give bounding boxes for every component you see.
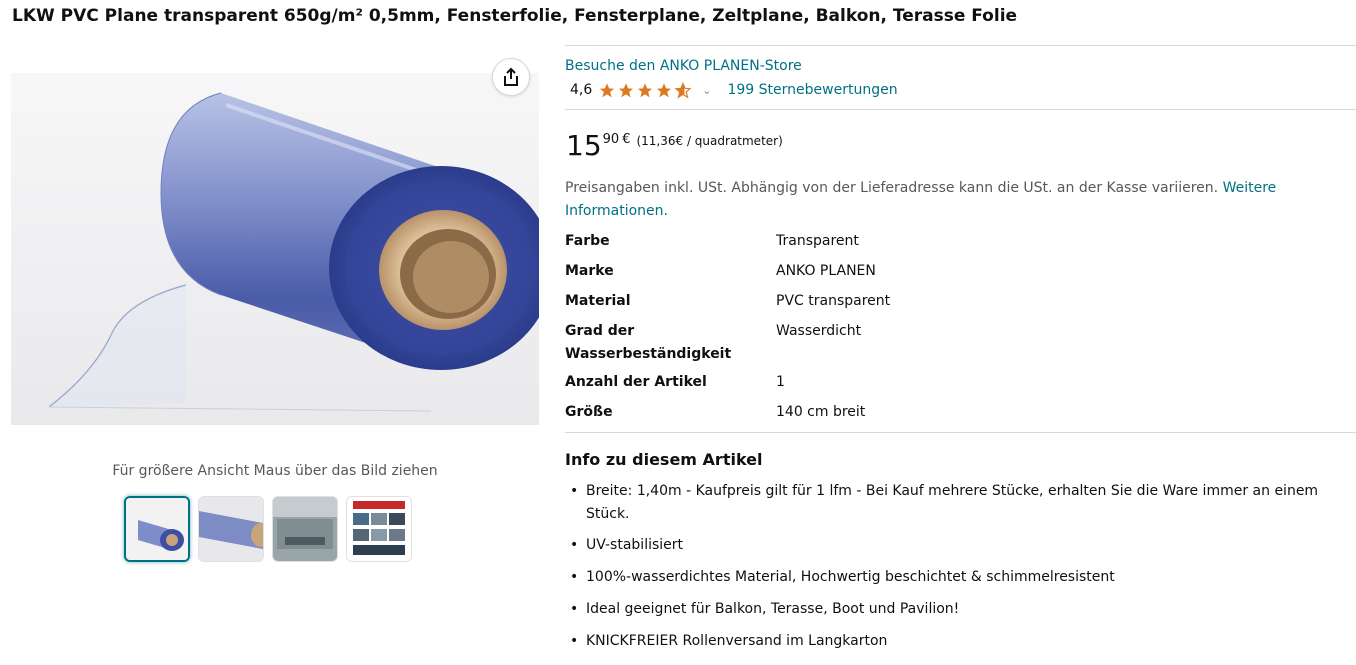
divider-specs (565, 432, 1356, 433)
spec-row: Größe 140 cm breit (565, 401, 1345, 424)
about-title: Info zu diesem Artikel (565, 450, 763, 469)
star-rating[interactable] (598, 81, 692, 99)
divider-top (565, 45, 1356, 46)
unit-price: (11,36€ / quadratmeter) (636, 134, 783, 148)
about-bullets: Breite: 1,40m - Kaufpreis gilt für 1 lfm… (566, 480, 1356, 653)
thumbnail-image (273, 497, 337, 561)
star-icon (619, 82, 634, 97)
spec-value: Wasserdicht (776, 323, 862, 339)
spec-key: Marke (565, 263, 614, 279)
chevron-down-icon[interactable]: ⌄ (702, 84, 711, 97)
star-icon (657, 82, 672, 97)
share-icon (504, 67, 518, 86)
main-product-image[interactable] (11, 73, 539, 425)
star-icon (600, 82, 615, 97)
rating-value: 4,6 (570, 82, 593, 98)
thumbnail-film-detail[interactable] (272, 496, 338, 562)
spec-row: Farbe Transparent (565, 230, 1345, 253)
ratings-count-link[interactable]: 199 Sternebewertungen (727, 82, 897, 98)
store-link[interactable]: Besuche den ANKO PLANEN-Store (565, 58, 802, 74)
star-icon (638, 82, 653, 97)
bullet-item: 100%-wasserdichtes Material, Hochwertig … (570, 566, 1356, 589)
bullet-item: KNICKFREIER Rollenversand im Langkarton (570, 630, 1356, 653)
spec-key: Farbe (565, 233, 610, 249)
spec-row: Anzahl der Artikel 1 (565, 371, 1345, 394)
spec-key: Anzahl der Artikel (565, 374, 707, 390)
spec-value: PVC transparent (776, 293, 891, 309)
rating-row: 4,6 ⌄ 199 Sternebewertungen (570, 80, 898, 100)
price-currency: € (622, 132, 631, 147)
thumbnail-roll-closeup[interactable] (198, 496, 264, 562)
thumbnail-image (347, 497, 411, 561)
spec-value: ANKO PLANEN (776, 263, 876, 279)
thumbnail-image (199, 497, 263, 561)
spec-value: 140 cm breit (776, 404, 866, 420)
pvc-roll-image (11, 73, 539, 425)
spec-key: Grad der Wasserbeständigkeit (565, 323, 732, 362)
spec-row: Material PVC transparent (565, 290, 1345, 313)
thumbnail-strip (124, 496, 412, 562)
tax-note-text: Preisangaben inkl. USt. Abhängig von der… (565, 180, 1219, 196)
spec-table: Farbe Transparent Marke ANKO PLANEN Mate… (565, 230, 1345, 424)
spec-key: Material (565, 293, 631, 309)
thumbnail-roll-blue[interactable] (124, 496, 190, 562)
spec-value: 1 (776, 374, 785, 390)
bullet-item: Breite: 1,40m - Kaufpreis gilt für 1 lfm… (570, 480, 1356, 526)
spec-value: Transparent (776, 233, 859, 249)
divider-rating (565, 109, 1356, 110)
bullet-item: Ideal geeignet für Balkon, Terasse, Boot… (570, 598, 1356, 621)
thumbnail-brand-flyer[interactable] (346, 496, 412, 562)
tax-note: Preisangaben inkl. USt. Abhängig von der… (565, 177, 1325, 223)
thumbnail-image (126, 498, 188, 560)
product-title: LKW PVC Plane transparent 650g/m² 0,5mm,… (12, 6, 1018, 26)
half-star-icon (674, 81, 692, 98)
spec-key: Größe (565, 404, 613, 420)
image-hover-hint: Für größere Ansicht Maus über das Bild z… (112, 463, 438, 479)
spec-row: Grad der Wasserbeständigkeit Wasserdicht (565, 320, 1345, 366)
price-whole: 15 (566, 129, 602, 162)
price-block: 15 90 € (11,36€ / quadratmeter) (566, 128, 783, 164)
price-fraction: 90 (602, 132, 620, 147)
bullet-item: UV-stabilisiert (570, 534, 1356, 557)
spec-row: Marke ANKO PLANEN (565, 260, 1345, 283)
share-button[interactable] (492, 58, 530, 96)
